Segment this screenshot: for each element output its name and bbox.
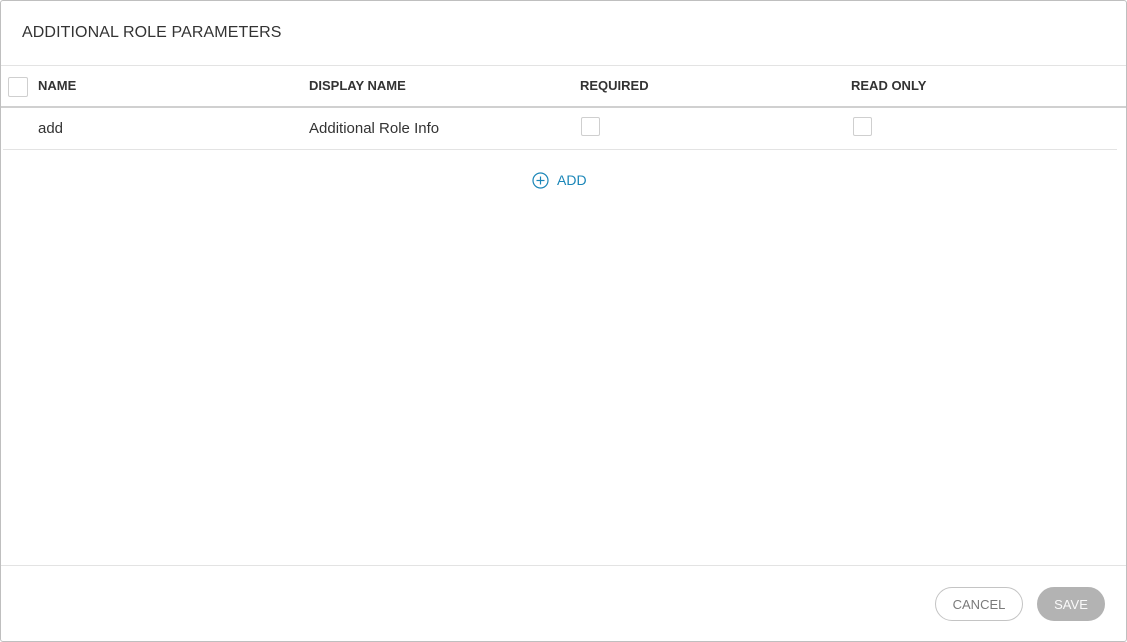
- additional-role-parameters-dialog: ADDITIONAL ROLE PARAMETERS NAME DISPLAY …: [0, 0, 1127, 642]
- select-all-checkbox[interactable]: [8, 77, 28, 97]
- row-display-name-cell: Additional Role Info: [309, 120, 440, 137]
- column-header-display-name[interactable]: DISPLAY NAME: [309, 78, 406, 93]
- add-button-label: ADD: [557, 172, 587, 188]
- plus-circle-icon: [532, 171, 549, 189]
- required-checkbox[interactable]: [581, 117, 600, 136]
- save-button[interactable]: SAVE: [1037, 587, 1105, 621]
- column-header-read-only[interactable]: READ ONLY: [851, 78, 926, 93]
- cancel-button[interactable]: CANCEL: [935, 587, 1023, 621]
- dialog-title: ADDITIONAL ROLE PARAMETERS: [22, 24, 282, 41]
- table-header: NAME DISPLAY NAME REQUIRED READ ONLY: [1, 66, 1126, 108]
- table-row[interactable]: add Additional Role Info: [3, 108, 1117, 150]
- row-name-cell: add: [38, 120, 64, 137]
- add-parameter-button[interactable]: ADD: [532, 171, 587, 189]
- column-header-name[interactable]: NAME: [38, 78, 76, 93]
- footer-divider: [1, 565, 1126, 566]
- read-only-checkbox[interactable]: [853, 117, 872, 136]
- column-header-required[interactable]: REQUIRED: [580, 78, 649, 93]
